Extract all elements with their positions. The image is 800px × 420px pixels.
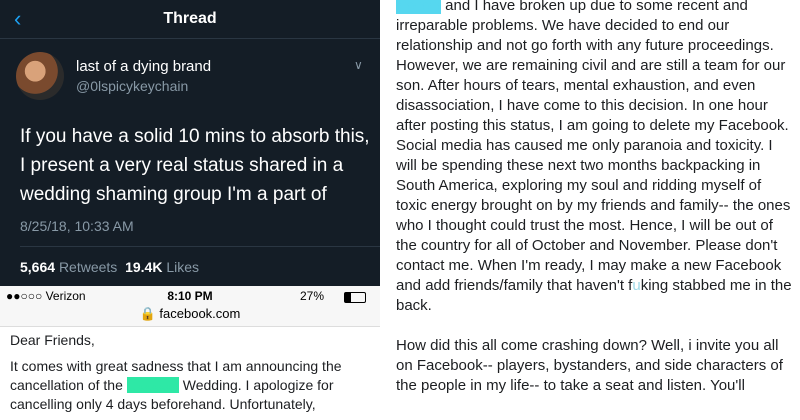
phone-screenshot: ●●○○○ Verizon 8:10 PM 27% 🔒 facebook.com… <box>0 286 380 420</box>
retweets-label[interactable]: Retweets <box>59 259 117 275</box>
likes-count[interactable]: 19.4K <box>125 259 162 275</box>
tweet-timestamp: 8/25/18, 10:33 AM <box>20 218 134 234</box>
likes-label[interactable]: Likes <box>166 259 199 275</box>
left-panel: ‹ Thread last of a dying brand @0lspicyk… <box>0 0 380 420</box>
tweet-header: ‹ Thread <box>0 0 380 39</box>
battery-percent: 27% <box>300 289 325 303</box>
redaction-highlight: Cxxxxxx <box>126 377 179 393</box>
battery-icon <box>344 292 366 303</box>
retweets-count[interactable]: 5,664 <box>20 259 55 275</box>
avatar[interactable] <box>16 52 64 100</box>
redaction-highlight: xxxxxx <box>396 0 441 14</box>
letter: Dear Friends, It comes with great sadnes… <box>0 326 380 420</box>
header-title: Thread <box>163 10 217 27</box>
author-name[interactable]: last of a dying brand <box>76 58 211 75</box>
letter-body: It comes with great sadness that I am an… <box>10 357 370 414</box>
post-para2: How did this all come crashing down? Wel… <box>396 337 783 394</box>
facebook-post-text: xxxxxx and I have broken up due to some … <box>396 0 792 396</box>
tweet-screenshot: ‹ Thread last of a dying brand @0lspicyk… <box>0 0 380 286</box>
letter-greeting: Dear Friends, <box>10 332 95 348</box>
tweet-text: If you have a solid 10 mins to absorb th… <box>20 126 370 205</box>
chevron-down-icon[interactable]: ∨ <box>354 58 363 72</box>
post-para1: and I have broken up due to some recent … <box>396 0 791 294</box>
status-bar: ●●○○○ Verizon 8:10 PM 27% <box>0 286 380 306</box>
tweet-stats: 5,664 Retweets 19.4K Likes <box>20 259 199 275</box>
author-handle[interactable]: @0lspicykeychain <box>76 78 188 94</box>
divider <box>20 246 380 247</box>
censored-letter: u <box>632 277 641 294</box>
right-panel: xxxxxx and I have broken up due to some … <box>384 0 800 420</box>
url-bar[interactable]: 🔒 facebook.com <box>0 306 380 322</box>
